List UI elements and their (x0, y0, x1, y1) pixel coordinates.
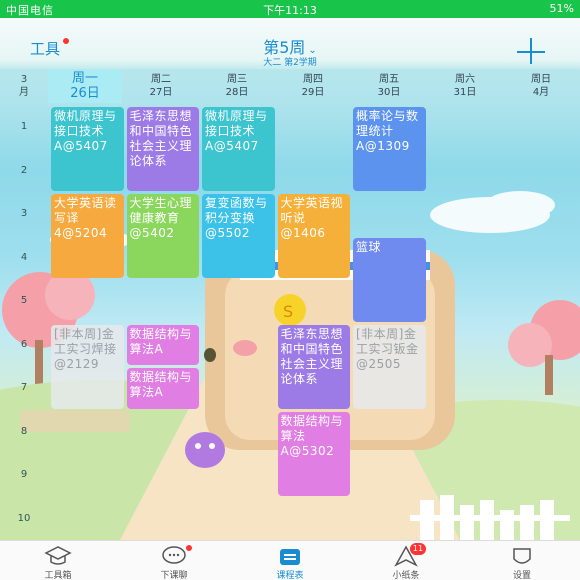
course-card[interactable]: 数据结构与算法A (126, 324, 199, 365)
course-card[interactable]: 数据结构与算法A (126, 368, 199, 409)
timetable-app: S 中国电信 下午11:13 51% 工具 第5周 ⌄ 大二 第2学期 3 月 … (0, 0, 580, 580)
day-header-2: 周二 27日 (124, 69, 198, 103)
weekday-label: 周一 (71, 71, 98, 86)
course-text: 数据结构与算法A (129, 326, 193, 356)
clock: 下午11:13 (263, 4, 317, 17)
course-text: 概率论与数理统计A@1309 (356, 109, 419, 153)
period-label: 7 (20, 382, 28, 393)
weekday-label: 周二 (151, 74, 171, 85)
course-text: 大学英语读写译4@5204 (54, 196, 117, 240)
svg-text:S: S (283, 302, 293, 321)
day-header-1: 周一 26日 (48, 69, 122, 103)
course-card[interactable]: 毛泽东思想和中国特色社会主义理论体系 (126, 107, 199, 191)
period-label: 8 (20, 425, 28, 437)
day-header-4: 周四 29日 (276, 69, 350, 103)
course-card[interactable]: 大学英语视听说@1406 (277, 194, 350, 278)
course-card[interactable]: 概率论与数理统计A@1309 (353, 107, 426, 191)
nav-item-5[interactable]: 设置 (464, 541, 580, 580)
date-label: 31日 (453, 87, 477, 98)
date-label: 28日 (225, 87, 249, 98)
period-label: 4 (20, 251, 28, 263)
date-label: 4月 (532, 87, 550, 98)
nav-label: 设置 (512, 571, 531, 580)
battery-level: 51% (549, 2, 574, 15)
date-label: 27日 (149, 87, 173, 98)
course-text: 数据结构与算法A@5302 (280, 413, 344, 458)
day-header-6: 周六 31日 (428, 69, 502, 103)
period-label: 5 (20, 295, 28, 306)
date-label: 29日 (301, 87, 325, 98)
course-card[interactable]: 大学英语读写译4@5204 (51, 194, 124, 278)
period-label: 9 (20, 469, 28, 480)
status-bar: 中国电信 下午11:13 51% (0, 0, 580, 18)
weekday-label: 周五 (379, 74, 399, 85)
month-cell: 3 月 (0, 69, 48, 103)
date-label: 26日 (70, 86, 100, 101)
course-text: 大学英语视听说@1406 (280, 196, 344, 240)
course-card[interactable]: [非本周]金工实习钣金@2505 (353, 324, 426, 409)
nav-item-3[interactable]: 课程表 (232, 541, 348, 580)
course-text: 大学生心理健康教育@5402 (129, 196, 193, 240)
course-text: 毛泽东思想和中国特色社会主义理论体系 (129, 109, 193, 168)
course-text: [非本周]金工实习钣金@2505 (356, 326, 419, 371)
course-card[interactable]: 微机原理与接口技术A@5407 (51, 107, 124, 191)
course-card[interactable]: 复变函数与积分变换@5502 (202, 194, 275, 278)
day-header-5: 周五 30日 (352, 69, 426, 103)
notification-dot-icon (186, 545, 192, 551)
nav-item-1[interactable]: 工具箱 (0, 541, 116, 580)
day-header-row: 3 月 周一 26日 周二 27日 周三 28日 周四 29日 周五 30日 周六 31日 周日 4月 (0, 69, 580, 103)
weekday-label: 周日 (531, 74, 551, 85)
day-header-7: 周日 4月 (504, 69, 578, 103)
course-card[interactable]: 毛泽东思想和中国特色社会主义理论体系 (277, 324, 350, 409)
course-text: 微机原理与接口技术A@5407 (205, 109, 268, 153)
plus-icon[interactable] (515, 36, 547, 68)
period-label: 2 (20, 164, 28, 176)
period-label: 10 (17, 512, 31, 524)
course-text: [非本周]金工实习焊接@2129 (54, 326, 117, 371)
month-unit: 月 (19, 87, 29, 98)
date-label: 30日 (377, 87, 401, 98)
period-label: 3 (20, 208, 28, 219)
nav-label: 工具箱 (44, 571, 72, 580)
top-bar: 工具 第5周 ⌄ 大二 第2学期 (0, 18, 580, 68)
day-header-3: 周三 28日 (200, 69, 274, 103)
course-text: 微机原理与接口技术A@5407 (54, 109, 117, 153)
nav-label: 小纸条 (392, 571, 420, 580)
nav-label: 课程表 (276, 571, 304, 580)
course-card[interactable]: 微机原理与接口技术A@5407 (202, 107, 275, 191)
nav-item-2[interactable]: 下课聊 (116, 541, 232, 580)
month-number: 3 (20, 74, 28, 85)
course-card[interactable]: 大学生心理健康教育@5402 (126, 194, 199, 278)
course-text: 篮球 (356, 239, 382, 254)
bottom-nav: 工具箱 下课聊 课程表 11 小纸条 设置 (0, 540, 580, 580)
weekday-label: 周四 (303, 74, 323, 85)
course-card[interactable]: 篮球 (353, 237, 426, 322)
nav-item-4[interactable]: 11 小纸条 (348, 541, 464, 580)
unread-badge: 11 (410, 543, 426, 555)
course-text: 毛泽东思想和中国特色社会主义理论体系 (280, 326, 344, 386)
weekday-label: 周六 (455, 74, 475, 85)
course-card[interactable]: 数据结构与算法A@5302 (277, 411, 350, 496)
period-label: 6 (20, 338, 28, 350)
period-label: 1 (20, 121, 28, 132)
course-card[interactable]: [非本周]金工实习焊接@2129 (51, 324, 124, 409)
course-text: 复变函数与积分变换@5502 (205, 196, 268, 240)
term-label: 大二 第2学期 (263, 58, 317, 68)
course-text: 数据结构与算法A (129, 370, 193, 399)
nav-label: 下课聊 (160, 571, 188, 580)
weekday-label: 周三 (227, 74, 247, 85)
